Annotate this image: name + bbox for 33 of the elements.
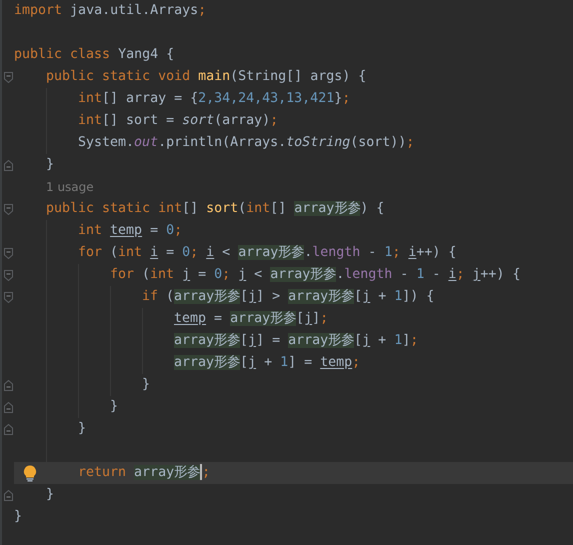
code-line: int[] array = {2,34,24,43,13,421};	[78, 90, 350, 108]
fold-marker-icon[interactable]	[4, 72, 12, 82]
code-line: }	[46, 486, 54, 504]
code-line: int[] sort = sort(array);	[78, 112, 278, 130]
fold-marker-icon[interactable]	[4, 270, 12, 280]
fold-marker-icon[interactable]	[4, 160, 12, 170]
code-line: array形参[j + 1] = temp;	[174, 354, 360, 372]
code-line: array形参[j] = array形参[j + 1];	[174, 332, 418, 350]
lightbulb-icon[interactable]	[23, 465, 37, 482]
code-line: }	[14, 508, 22, 526]
fold-marker-icon[interactable]	[4, 490, 12, 500]
code-line: }	[142, 376, 150, 394]
fold-marker-icon[interactable]	[4, 248, 12, 258]
code-line: public static int[] sort(int[] array形参) {	[46, 200, 384, 218]
code-line: public static void main(String[] args) {	[46, 68, 366, 86]
code-line: temp = array形参[j];	[174, 310, 328, 328]
code-line: }	[78, 420, 86, 438]
code-line: System.out.println(Arrays.toString(sort));	[78, 134, 414, 152]
code-line: if (array形参[j] > array形参[j + 1]) {	[142, 288, 434, 306]
code-line: for (int i = 0; i < array形参.length - 1; i++) {	[78, 244, 456, 262]
code-line: for (int j = 0; j < array形参.length - 1 - i; j++) {	[110, 266, 520, 284]
fold-marker-icon[interactable]	[4, 292, 12, 302]
code-line: int temp = 0;	[78, 222, 182, 240]
code-line: return array形参;	[78, 463, 210, 482]
code-line: public class Yang4 {	[14, 46, 174, 64]
fold-marker-icon[interactable]	[4, 402, 12, 412]
usage-hint[interactable]: 1 usage	[46, 178, 94, 196]
code-line: }	[46, 156, 54, 174]
fold-marker-icon[interactable]	[4, 380, 12, 390]
code-line: }	[110, 398, 118, 416]
fold-marker-icon[interactable]	[4, 424, 12, 434]
code-line: import java.util.Arrays;	[14, 2, 206, 20]
fold-marker-icon[interactable]	[4, 204, 12, 214]
